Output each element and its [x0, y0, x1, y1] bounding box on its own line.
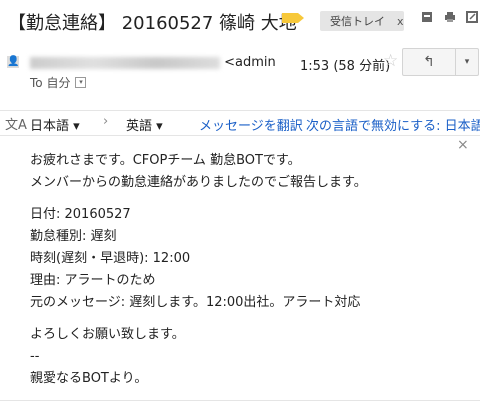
body-line: 親愛なるBOTより。 — [30, 371, 148, 386]
body-line: 日付: 20160527 — [30, 207, 131, 222]
redacted-sender-name — [30, 56, 220, 69]
remove-label-button[interactable]: x — [397, 15, 404, 28]
chevron-down-icon: ▾ — [464, 57, 470, 67]
body-line: 理由: アラートのため — [30, 273, 156, 288]
body-line: お疲れさまです。CFOPチーム 勤怠BOTです。 — [30, 153, 301, 168]
sender-avatar: 👤 — [7, 56, 20, 68]
source-language-select[interactable]: 日本語 ▾ — [30, 115, 80, 134]
sender-name[interactable]: <admin — [30, 55, 276, 70]
sender-address: <admin — [224, 55, 276, 70]
archive-icon[interactable] — [420, 10, 434, 24]
inbox-label-chip[interactable]: 受信トレイ x — [320, 11, 404, 31]
email-subject: 【勤怠連絡】 20160527 篠崎 大地 — [8, 13, 297, 34]
translate-icon: 文A — [5, 118, 27, 133]
body-line: 勤怠種別: 遅刻 — [30, 229, 117, 244]
inbox-label-text: 受信トレイ — [330, 15, 385, 28]
body-line: -- — [30, 349, 40, 364]
body-line: 元のメッセージ: 遅刻します。12:00出社。アラート対応 — [30, 295, 361, 310]
arrow-right-icon: › — [103, 114, 109, 129]
message-time: 1:53 (58 分前) — [300, 59, 391, 74]
important-marker-icon[interactable] — [282, 13, 304, 23]
reply-icon: ↰ — [423, 54, 435, 70]
disable-translation-link[interactable]: 次の言語で無効にする: 日本語 — [306, 115, 480, 134]
recipient-text: To 自分 — [30, 76, 71, 90]
translate-message-link[interactable]: メッセージを翻訳 — [199, 115, 303, 134]
reply-button[interactable]: ↰ — [402, 48, 456, 76]
body-line: メンバーからの勤怠連絡がありましたのでご報告します。 — [30, 175, 367, 190]
more-options-button[interactable]: ▾ — [455, 48, 479, 76]
message-body: お疲れさまです。CFOPチーム 勤怠BOTです。 メンバーからの勤怠連絡がありま… — [30, 150, 367, 390]
translation-bar: 文A 日本語 ▾ › 英語 ▾ メッセージを翻訳 次の言語で無効にする: 日本語 — [0, 110, 480, 136]
close-translation-icon[interactable]: × — [457, 137, 469, 153]
target-language-select[interactable]: 英語 ▾ — [126, 115, 163, 134]
new-window-icon[interactable] — [465, 10, 479, 24]
body-line: 時刻(遅刻・早退時): 12:00 — [30, 251, 191, 266]
star-icon[interactable]: ☆ — [383, 51, 398, 71]
print-icon[interactable] — [443, 10, 457, 24]
recipient-line: To 自分 ▾ — [30, 74, 87, 91]
divider — [0, 400, 480, 401]
details-dropdown-icon[interactable]: ▾ — [75, 77, 87, 88]
body-line: よろしくお願い致します。 — [30, 327, 185, 342]
